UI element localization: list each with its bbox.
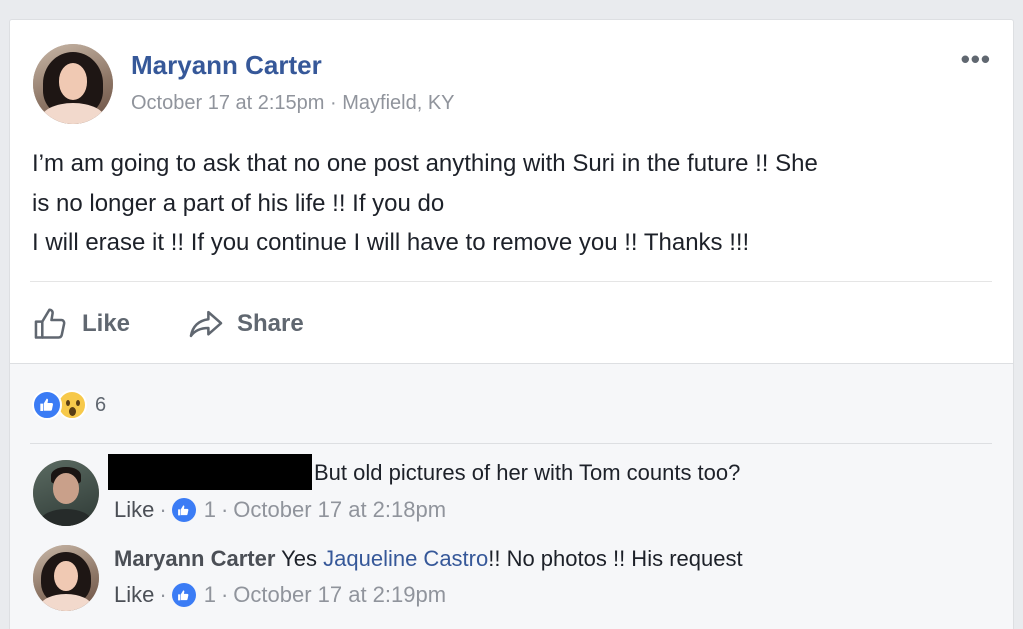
share-button[interactable]: Share [187, 302, 304, 346]
thumbs-up-icon [34, 308, 66, 339]
comment-timestamp[interactable]: October 17 at 2:19pm [233, 582, 446, 608]
author-avatar[interactable] [33, 44, 113, 124]
reactions-summary[interactable]: 6 [32, 390, 106, 420]
comment-like-count[interactable]: 1 [204, 497, 216, 523]
commenter-avatar[interactable] [33, 545, 99, 611]
post-card: Maryann Carter October 17 at 2:15pm · Ma… [9, 19, 1014, 629]
comment-text: But old pictures of her with Tom counts … [314, 460, 741, 485]
post-text-line: I will erase it !! If you continue I wil… [32, 229, 750, 256]
divider [30, 443, 992, 444]
meta-separator: · [220, 497, 229, 522]
share-arrow-icon [189, 310, 223, 338]
comment-meta: Like · 1 · October 17 at 2:18pm [114, 497, 446, 523]
comment-timestamp[interactable]: October 17 at 2:18pm [233, 497, 446, 523]
post-location[interactable]: Mayfield, KY [342, 92, 454, 114]
post-text-line: is no longer a part of his life !! If yo… [32, 189, 445, 217]
divider [30, 281, 992, 282]
like-button[interactable]: Like [32, 302, 130, 346]
more-options-icon[interactable]: ••• [961, 44, 991, 75]
meta-separator: · [220, 582, 229, 607]
post-author-name[interactable]: Maryann Carter [131, 50, 322, 81]
mention-link[interactable]: Jaqueline Castro [323, 546, 488, 571]
meta-separator: · [330, 92, 337, 114]
post-text-line: I’m am going to ask that no one post any… [32, 150, 818, 177]
like-reaction-icon [32, 390, 62, 420]
post-timestamp[interactable]: October 17 at 2:15pm [131, 92, 324, 114]
share-label: Share [237, 310, 304, 337]
meta-separator: · [159, 497, 167, 522]
comment-text: !! No photos !! His request [488, 546, 743, 571]
redacted-commenter-name [108, 454, 312, 490]
reaction-count: 6 [95, 393, 107, 416]
commenter-name[interactable]: Maryann Carter [114, 546, 275, 571]
commenter-avatar[interactable] [33, 460, 99, 526]
comment-like-link[interactable]: Like [114, 582, 154, 608]
meta-separator: · [159, 582, 167, 607]
like-label: Like [82, 310, 131, 337]
comment-like-count[interactable]: 1 [204, 582, 216, 608]
comment-body: Maryann Carter Yes Jaqueline Castro!! No… [114, 546, 743, 572]
comment-meta: Like · 1 · October 17 at 2:19pm [114, 582, 446, 608]
post-meta: October 17 at 2:15pm · Mayfield, KY [131, 92, 455, 115]
like-reaction-icon [171, 583, 196, 607]
comment-text: Yes [281, 546, 324, 571]
comment-like-link[interactable]: Like [114, 497, 154, 523]
post-text: I’m am going to ask that no one post any… [32, 144, 992, 263]
like-reaction-icon [171, 498, 196, 522]
